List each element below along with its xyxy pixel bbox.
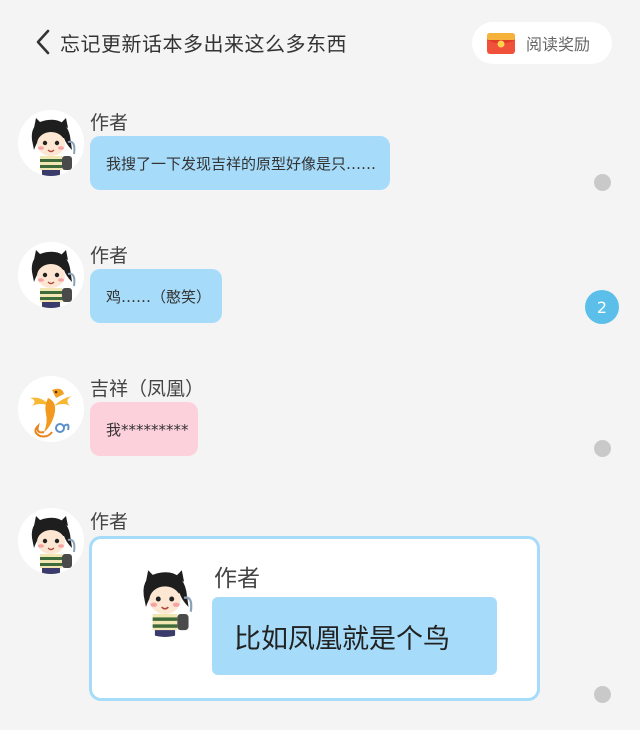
phoenix-avatar-image [18,376,84,442]
chibi-avatar-image [18,508,84,574]
author-avatar[interactable] [18,110,84,176]
author-avatar[interactable] [18,242,84,308]
image-message-card[interactable]: 作者 比如凤凰就是个鸟 [89,536,540,701]
sender-name: 作者 [90,245,129,267]
message-bubble: 鸡……（憨笑） [90,269,222,323]
comment-dot[interactable] [594,686,611,703]
reward-label: 阅读奖励 [526,35,591,54]
sender-name: 作者 [90,511,129,533]
chevron-left-icon [36,29,50,55]
red-envelope-icon [487,33,515,54]
quoted-sender-name: 作者 [214,566,260,592]
message-bubble: 我********* [90,402,198,456]
quoted-message-bubble: 比如凤凰就是个鸟 [212,597,497,675]
chibi-avatar-image [18,242,84,308]
chibi-avatar-image [128,561,202,637]
sender-name: 吉祥（凤凰） [90,378,205,400]
comment-dot[interactable] [594,174,611,191]
message-bubble: 我搜了一下发现吉祥的原型好像是只…… [90,136,390,190]
quoted-author-avatar [128,561,202,637]
chibi-avatar-image [18,110,84,176]
top-bar: 忘记更新话本多出来这么多东西 阅读奖励 [0,0,640,84]
back-button[interactable] [30,26,56,58]
comment-dot[interactable] [594,440,611,457]
author-avatar[interactable] [18,508,84,574]
phoenix-avatar[interactable] [18,376,84,442]
sender-name: 作者 [90,112,129,134]
reading-reward-button[interactable]: 阅读奖励 [472,22,612,64]
comment-count-badge[interactable]: 2 [585,290,619,324]
page-title: 忘记更新话本多出来这么多东西 [60,32,347,56]
